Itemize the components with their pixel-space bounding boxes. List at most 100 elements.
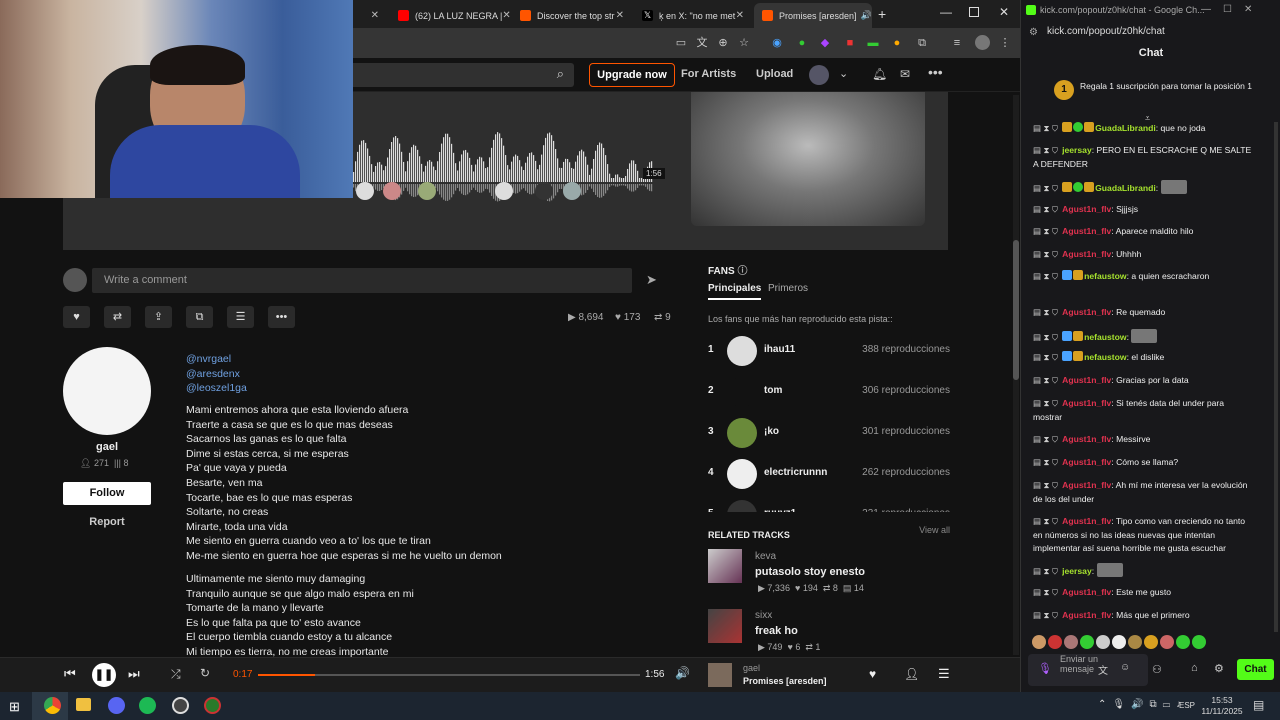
emote-icon[interactable]	[1112, 635, 1126, 649]
chat-message[interactable]: ▤ ⧗ ⛉ Agust1n_flv: Sjjjsjs	[1033, 203, 1255, 217]
close-window-icon[interactable]: ✕	[999, 5, 1009, 19]
fan-row[interactable]: 1 ihau11 388 reproducciones	[708, 336, 950, 366]
new-tab-icon[interactable]: +	[878, 6, 886, 22]
extension-icon[interactable]: ●	[795, 36, 809, 50]
tab-x[interactable]: 𝕏ķ en X: "no me met ✕	[634, 3, 752, 28]
fan-name[interactable]: ihau11	[764, 344, 795, 355]
chat-message[interactable]: ▤ ⧗ ⛉ Agust1n_flv: Uhhhh	[1033, 248, 1255, 262]
for-artists-link[interactable]: For Artists	[681, 68, 736, 80]
maximize-icon[interactable]	[969, 7, 979, 17]
message-actions-icon[interactable]: ▤ ⧗ ⛉	[1033, 566, 1058, 576]
comment-input[interactable]: Write a comment	[92, 268, 632, 293]
mic-icon[interactable]: 🎙︎	[1038, 662, 1052, 675]
chat-scrollbar[interactable]	[1274, 122, 1278, 632]
progress-bar[interactable]	[258, 674, 640, 676]
chat-username[interactable]: Agust1n_flv	[1062, 398, 1111, 408]
store-icon[interactable]: ⌂	[1191, 662, 1198, 674]
file-explorer-icon[interactable]	[76, 698, 91, 711]
mail-icon[interactable]: ✉	[900, 67, 910, 81]
bell-icon[interactable]: 🔔︎	[872, 67, 887, 81]
menu-kebab-icon[interactable]: ⋮	[998, 36, 1012, 50]
like-button[interactable]: ♥	[63, 306, 90, 328]
fan-row[interactable]: 3 ¡ko 301 reproducciones	[708, 418, 950, 448]
windows-start-icon[interactable]: ⊞	[9, 699, 20, 715]
message-actions-icon[interactable]: ▤ ⧗ ⛉	[1033, 307, 1058, 317]
emote-icon[interactable]	[1160, 635, 1174, 649]
more-button[interactable]: •••	[268, 306, 295, 328]
close-icon[interactable]: ✕	[502, 10, 510, 21]
discord-icon[interactable]	[108, 697, 125, 714]
fan-avatar[interactable]	[727, 500, 757, 512]
like-icon[interactable]: ♥	[869, 667, 876, 681]
chat-message[interactable]: ▤ ⧗ ⛉ GuadaLibrandi:	[1033, 180, 1255, 196]
current-artist[interactable]: gael	[743, 663, 760, 673]
artist-name[interactable]: gael	[63, 441, 151, 453]
translate-icon[interactable]: 文	[695, 36, 709, 50]
message-actions-icon[interactable]: ▤ ⧗ ⛉	[1033, 204, 1058, 214]
emote-icon[interactable]	[1128, 635, 1142, 649]
chat-message[interactable]: ▤ ⧗ ⛉ Agust1n_flv: Si tenés data del unde…	[1033, 397, 1255, 424]
message-actions-icon[interactable]: ▤ ⧗ ⛉	[1033, 249, 1058, 259]
fan-row[interactable]: 2 tom 306 reproducciones	[708, 377, 950, 407]
extension-icon[interactable]: ◆	[818, 36, 832, 50]
message-actions-icon[interactable]: ▤ ⧗ ⛉	[1033, 352, 1058, 362]
follow-user-icon[interactable]: 👤︎	[904, 667, 919, 681]
message-actions-icon[interactable]: ▤ ⧗ ⛉	[1033, 398, 1058, 408]
emote-icon[interactable]	[1192, 635, 1206, 649]
message-actions-icon[interactable]: ▤ ⧗ ⛉	[1033, 434, 1058, 444]
profile-avatar[interactable]	[975, 35, 990, 50]
chat-username[interactable]: GuadaLibrandi	[1095, 183, 1156, 193]
tab-promises[interactable]: Promises [aresden]🔊✕	[754, 3, 872, 28]
shuffle-icon[interactable]: ⤮	[171, 667, 181, 682]
message-actions-icon[interactable]: ▤ ⧗ ⛉	[1033, 332, 1058, 342]
report-button[interactable]: Report	[63, 516, 151, 528]
chat-message[interactable]: ▤ ⧗ ⛉ Agust1n_flv: Ah mí me interesa ver …	[1033, 479, 1255, 506]
emote-icon[interactable]	[1064, 635, 1078, 649]
upgrade-button[interactable]: Upgrade now	[589, 63, 675, 87]
chat-username[interactable]: Agust1n_flv	[1062, 587, 1111, 597]
extension-icon[interactable]: ●	[890, 36, 904, 50]
close-icon[interactable]: ✕	[736, 10, 744, 21]
follow-button[interactable]: Follow	[63, 482, 151, 505]
artist-avatar[interactable]	[63, 347, 151, 435]
emote-icon[interactable]	[1080, 635, 1094, 649]
info-icon[interactable]: ⓘ	[737, 266, 747, 277]
chat-username[interactable]: Agust1n_flv	[1062, 457, 1111, 467]
related-track-title[interactable]: putasolo stoy enesto	[755, 566, 865, 578]
extension-icon[interactable]: ▬	[866, 36, 880, 50]
extensions-puzzle-icon[interactable]: ⧉	[915, 36, 929, 50]
chat-username[interactable]: Agust1n_flv	[1062, 516, 1111, 526]
minimize-icon[interactable]: —	[940, 5, 952, 19]
copy-link-button[interactable]: ⧉	[186, 306, 213, 328]
emote-icon[interactable]	[1032, 635, 1046, 649]
media-icon[interactable]: ≡	[950, 36, 964, 50]
message-actions-icon[interactable]: ▤ ⧗ ⛉	[1033, 480, 1058, 490]
extension-icon[interactable]: ◉	[770, 36, 784, 50]
clock[interactable]: 15:53 11/11/2025	[1200, 695, 1244, 717]
notifications-icon[interactable]: ▤	[1253, 698, 1264, 712]
chat-message[interactable]: ▤ ⧗ ⛉ jeersay: PERO EN EL ESCRACHE Q ME S…	[1033, 144, 1255, 171]
fan-row[interactable]: 5 ruuvz1 231 reproducciones	[708, 500, 950, 512]
spotify-icon[interactable]	[139, 697, 156, 714]
cast-icon[interactable]: ▭	[674, 36, 688, 50]
send-icon[interactable]: ➤	[646, 272, 657, 288]
chat-message[interactable]: ▤ ⧗ ⛉ Agust1n_flv: Cómo se llama?	[1033, 456, 1255, 470]
comment-avatar[interactable]	[383, 182, 401, 200]
mention-link[interactable]: @nvrgael	[186, 353, 231, 365]
message-actions-icon[interactable]: ▤ ⧗ ⛉	[1033, 226, 1058, 236]
related-track-title[interactable]: freak ho	[755, 625, 798, 637]
next-icon[interactable]: ⏭	[128, 666, 140, 682]
previous-icon[interactable]: ⏮	[64, 666, 76, 682]
message-actions-icon[interactable]: ▤ ⧗ ⛉	[1033, 183, 1058, 193]
repeat-icon[interactable]: ↻	[200, 666, 210, 680]
emote-icon[interactable]	[1176, 635, 1190, 649]
fan-name[interactable]: electricrunnn	[764, 467, 827, 478]
fan-row[interactable]: 4 electricrunnn 262 reproducciones	[708, 459, 950, 489]
message-actions-icon[interactable]: ▤ ⧗ ⛉	[1033, 610, 1058, 620]
emote-icon[interactable]	[1144, 635, 1158, 649]
speaker-icon[interactable]: 🔊	[861, 10, 872, 21]
translate-icon[interactable]: 文	[1098, 662, 1108, 677]
emote-icon[interactable]	[1048, 635, 1062, 649]
message-actions-icon[interactable]: ▤ ⧗ ⛉	[1033, 587, 1058, 597]
chrome-icon[interactable]	[44, 697, 61, 714]
